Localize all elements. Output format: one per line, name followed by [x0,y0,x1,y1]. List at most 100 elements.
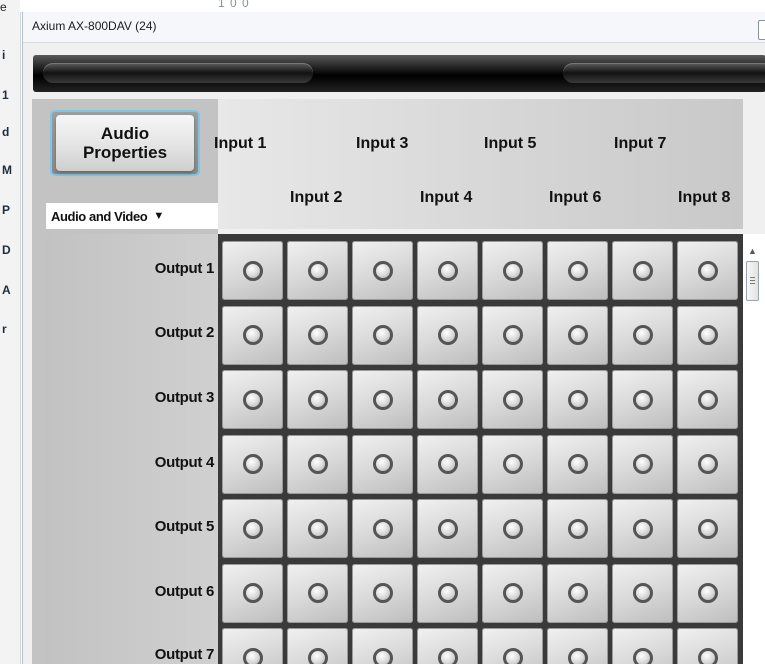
crosspoint-button[interactable] [222,241,283,300]
crosspoint-button[interactable] [547,563,608,623]
circle-knob-icon [632,325,653,345]
crosspoint-button[interactable] [417,628,478,664]
crosspoint-button[interactable] [677,563,738,623]
crosspoint-button[interactable] [222,370,283,429]
triangle-up-icon[interactable]: ▲ [748,246,757,256]
crosspoint-button[interactable] [287,499,348,558]
left-panel: Audio Properties Audio and Video ▼ Outpu… [32,99,218,664]
crosspoint-button[interactable] [222,628,283,664]
crosspoint-button[interactable] [222,499,283,558]
crosspoint-button[interactable] [482,305,543,365]
crosspoint-button[interactable] [352,305,413,365]
crosspoint-button[interactable] [222,563,283,623]
crosspoint-button[interactable] [482,628,543,664]
crosspoint-button[interactable] [677,434,738,494]
crosspoint-matrix [218,234,743,664]
crosspoint-button[interactable] [352,434,413,494]
circle-knob-icon [632,454,653,474]
output-label: Output 3 [154,389,215,406]
inputs-header: Input 1 Input 2 Input 3 Input 4 Input 5 … [214,99,743,229]
output-label: Output 7 [154,646,215,663]
crosspoint-button[interactable] [287,628,348,664]
circle-knob-icon [307,583,328,603]
circle-knob-icon [697,647,718,664]
circle-knob-icon [567,518,588,539]
mode-dropdown[interactable]: Audio and Video ▼ [46,203,218,229]
crosspoint-button[interactable] [677,370,738,429]
output-label: Output 4 [154,454,215,471]
crosspoint-button[interactable] [677,628,738,664]
crosspoint-button[interactable] [287,563,348,623]
crosspoint-button[interactable] [352,499,413,558]
circle-knob-icon [697,260,718,281]
output-label: Output 1 [154,260,215,277]
output-label: Output 5 [154,518,215,535]
audio-properties-button-face: Audio Properties [56,115,194,171]
crosspoint-button[interactable] [482,499,543,558]
header-bar [33,55,765,92]
crosspoint-button[interactable] [547,628,608,664]
scrollbar-grip-line [750,283,755,284]
crosspoint-button[interactable] [482,563,543,623]
chevron-down-icon: ▼ [153,210,164,222]
background-text-fragment: D [2,243,11,257]
crosspoint-button[interactable] [482,241,543,300]
crosspoint-button[interactable] [612,241,673,300]
crosspoint-button[interactable] [417,305,478,365]
window-control-button[interactable] [758,20,765,40]
circle-knob-icon [307,518,328,539]
crosspoint-button[interactable] [417,434,478,494]
crosspoint-button[interactable] [677,241,738,300]
circle-knob-icon [502,454,523,474]
crosspoint-button[interactable] [287,434,348,494]
crosspoint-button[interactable] [547,499,608,558]
crosspoint-button[interactable] [612,434,673,494]
audio-properties-button[interactable]: Audio Properties [50,110,200,176]
crosspoint-button[interactable] [352,563,413,623]
crosspoint-button[interactable] [612,563,673,623]
crosspoint-button[interactable] [417,499,478,558]
circle-knob-icon [242,389,263,410]
window-titlebar[interactable]: Axium AX-800DAV (24) [23,12,765,43]
input-label: Input 4 [420,189,473,206]
crosspoint-button[interactable] [612,370,673,429]
circle-knob-icon [307,454,328,474]
circle-knob-icon [632,260,653,281]
background-text-fragment: 1 [2,88,9,102]
circle-knob-icon [437,583,458,603]
circle-knob-icon [567,325,588,345]
crosspoint-button[interactable] [547,434,608,494]
crosspoint-button[interactable] [287,241,348,300]
crosspoint-button[interactable] [287,305,348,365]
vertical-scrollbar[interactable]: ▲ [743,234,765,664]
crosspoint-button[interactable] [482,370,543,429]
crosspoint-button[interactable] [352,370,413,429]
crosspoint-button[interactable] [417,563,478,623]
circle-knob-icon [502,260,523,281]
crosspoint-button[interactable] [287,370,348,429]
scrollbar-grip-line [750,277,755,278]
circle-knob-icon [372,389,393,410]
crosspoint-button[interactable] [547,305,608,365]
crosspoint-button[interactable] [417,370,478,429]
crosspoint-button[interactable] [612,305,673,365]
crosspoint-button[interactable] [222,305,283,365]
crosspoint-button[interactable] [352,628,413,664]
crosspoint-button[interactable] [547,241,608,300]
crosspoint-button[interactable] [677,499,738,558]
circle-knob-icon [567,647,588,664]
crosspoint-button[interactable] [417,241,478,300]
crosspoint-button[interactable] [612,499,673,558]
crosspoint-button[interactable] [547,370,608,429]
background-number-fragment: 1 0 0 [218,0,250,10]
circle-knob-icon [242,260,263,281]
scrollbar-thumb[interactable] [746,261,759,301]
crosspoint-button[interactable] [222,434,283,494]
crosspoint-button[interactable] [352,241,413,300]
crosspoint-button[interactable] [677,305,738,365]
input-label: Input 8 [678,189,731,206]
crosspoint-button[interactable] [612,628,673,664]
crosspoint-button[interactable] [482,434,543,494]
circle-knob-icon [242,583,263,603]
audio-properties-label-line2: Properties [82,143,168,162]
